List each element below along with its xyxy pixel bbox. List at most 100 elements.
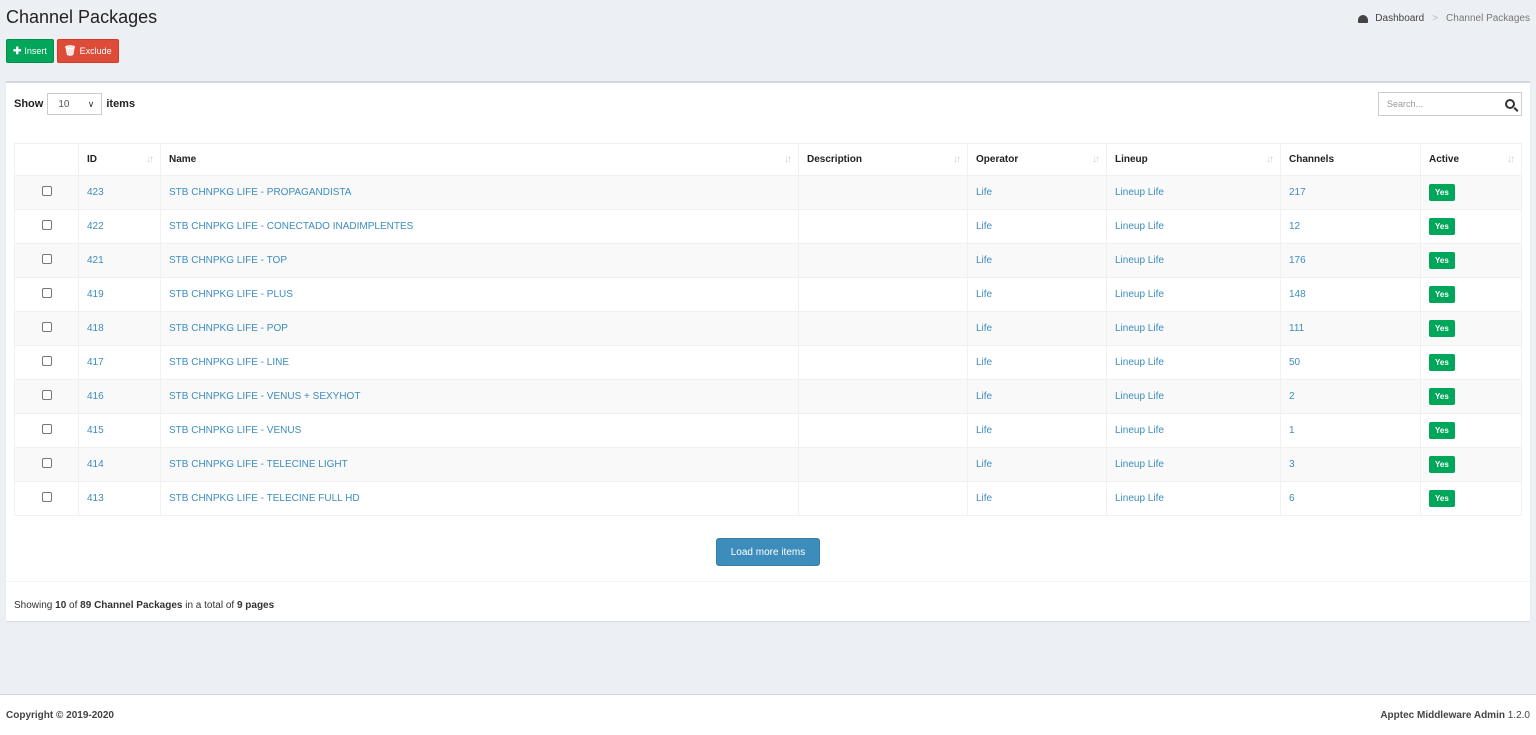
sort-icon[interactable]: ↓↑	[1507, 154, 1515, 165]
cell-id[interactable]: 423	[78, 175, 161, 210]
cell-lineup[interactable]: Lineup Life	[1106, 345, 1281, 380]
cell-name[interactable]: STB CHNPKG LIFE - VENUS + SEXYHOT	[160, 379, 799, 414]
row-checkbox[interactable]	[41, 220, 52, 230]
row-checkbox[interactable]	[41, 322, 52, 332]
header-operator[interactable]: Operator ↓↑	[967, 143, 1107, 176]
cell-operator[interactable]: Life	[967, 243, 1107, 278]
cell-channels[interactable]: 12	[1280, 209, 1421, 244]
page-size-select[interactable]: 10 ∨	[47, 93, 103, 115]
cell-select	[14, 447, 79, 482]
cell-operator[interactable]: Life	[967, 379, 1107, 414]
cell-name[interactable]: STB CHNPKG LIFE - CONECTADO INADIMPLENTE…	[160, 209, 799, 244]
row-checkbox[interactable]	[41, 492, 52, 502]
cell-select	[14, 209, 79, 244]
cell-channels[interactable]: 111	[1280, 311, 1421, 346]
content-box: Show 10 ∨ items Search... ID ↓↑ Name ↓↑ De…	[6, 81, 1530, 621]
cell-active: Yes	[1420, 447, 1522, 482]
cell-id[interactable]: 421	[78, 243, 161, 278]
cell-operator[interactable]: Life	[967, 413, 1107, 448]
cell-lineup[interactable]: Lineup Life	[1106, 243, 1281, 278]
row-checkbox[interactable]	[41, 390, 52, 400]
row-checkbox[interactable]	[41, 254, 52, 264]
cell-lineup[interactable]: Lineup Life	[1106, 311, 1281, 346]
cell-id[interactable]: 414	[78, 447, 161, 482]
table-row[interactable]: 418 STB CHNPKG LIFE - POP Life Lineup Life 1…	[14, 311, 1522, 346]
search-icon[interactable]	[1505, 99, 1515, 109]
cell-id[interactable]: 415	[78, 413, 161, 448]
row-checkbox[interactable]	[41, 458, 52, 468]
load-more-button[interactable]: Load more items	[716, 538, 820, 566]
table-row[interactable]: 416 STB CHNPKG LIFE - VENUS + SEXYHOT Life…	[14, 379, 1522, 414]
sort-icon[interactable]: ↓↑	[1266, 154, 1274, 165]
page-size-value: 10	[58, 98, 70, 110]
header-id[interactable]: ID ↓↑	[78, 143, 161, 176]
cell-operator[interactable]: Life	[967, 209, 1107, 244]
cell-id[interactable]: 416	[78, 379, 161, 414]
cell-id[interactable]: 413	[78, 481, 161, 516]
table-row[interactable]: 417 STB CHNPKG LIFE - LINE Life Lineup Life…	[14, 345, 1522, 380]
header-channels[interactable]: Channels	[1280, 143, 1421, 176]
table-row[interactable]: 422 STB CHNPKG LIFE - CONECTADO INADIMPLE…	[14, 209, 1522, 244]
table-row[interactable]: 421 STB CHNPKG LIFE - TOP Life Lineup Life 1…	[14, 243, 1522, 278]
cell-id[interactable]: 417	[78, 345, 161, 380]
cell-operator[interactable]: Life	[967, 311, 1107, 346]
search-input[interactable]: Search...	[1378, 92, 1522, 116]
cell-operator[interactable]: Life	[967, 277, 1107, 312]
cell-lineup[interactable]: Lineup Life	[1106, 175, 1281, 210]
cell-id[interactable]: 418	[78, 311, 161, 346]
cell-channels[interactable]: 1	[1280, 413, 1421, 448]
cell-lineup[interactable]: Lineup Life	[1106, 481, 1281, 516]
cell-name[interactable]: STB CHNPKG LIFE - PLUS	[160, 277, 799, 312]
sort-icon[interactable]: ↓↑	[146, 154, 154, 165]
cell-operator[interactable]: Life	[967, 447, 1107, 482]
breadcrumb-home[interactable]: Dashboard	[1375, 13, 1424, 24]
cell-lineup[interactable]: Lineup Life	[1106, 413, 1281, 448]
cell-name[interactable]: STB CHNPKG LIFE - TOP	[160, 243, 799, 278]
cell-name[interactable]: STB CHNPKG LIFE - VENUS	[160, 413, 799, 448]
cell-lineup[interactable]: Lineup Life	[1106, 277, 1281, 312]
row-checkbox[interactable]	[41, 186, 52, 196]
cell-operator[interactable]: Life	[967, 345, 1107, 380]
cell-channels[interactable]: 6	[1280, 481, 1421, 516]
table-row[interactable]: 415 STB CHNPKG LIFE - VENUS Life Lineup Lif…	[14, 413, 1522, 448]
row-checkbox[interactable]	[41, 288, 52, 298]
header-name[interactable]: Name ↓↑	[160, 143, 799, 176]
row-checkbox[interactable]	[41, 356, 52, 366]
cell-name[interactable]: STB CHNPKG LIFE - POP	[160, 311, 799, 346]
cell-name[interactable]: STB CHNPKG LIFE - LINE	[160, 345, 799, 380]
cell-active: Yes	[1420, 345, 1522, 380]
insert-button[interactable]: ✚ Insert	[6, 39, 54, 63]
sort-icon[interactable]: ↓↑	[1092, 154, 1100, 165]
version-number: 1.2.0	[1507, 709, 1530, 721]
table-row[interactable]: 414 STB CHNPKG LIFE - TELECINE LIGHT Life L…	[14, 447, 1522, 482]
cell-name[interactable]: STB CHNPKG LIFE - TELECINE FULL HD	[160, 481, 799, 516]
cell-name[interactable]: STB CHNPKG LIFE - PROPAGANDISTA	[160, 175, 799, 210]
header-active[interactable]: Active ↓↑	[1420, 143, 1522, 176]
cell-channels[interactable]: 148	[1280, 277, 1421, 312]
cell-channels[interactable]: 3	[1280, 447, 1421, 482]
cell-channels[interactable]: 2	[1280, 379, 1421, 414]
header-lineup[interactable]: Lineup ↓↑	[1106, 143, 1281, 176]
cell-active: Yes	[1420, 413, 1522, 448]
cell-lineup[interactable]: Lineup Life	[1106, 209, 1281, 244]
copyright-text: Copyright © 2019-2020	[6, 709, 114, 721]
cell-lineup[interactable]: Lineup Life	[1106, 379, 1281, 414]
sort-icon[interactable]: ↓↑	[784, 154, 792, 165]
table-row[interactable]: 413 STB CHNPKG LIFE - TELECINE FULL HD Lif…	[14, 481, 1522, 516]
table-row[interactable]: 419 STB CHNPKG LIFE - PLUS Life Lineup Life…	[14, 277, 1522, 312]
cell-channels[interactable]: 50	[1280, 345, 1421, 380]
cell-id[interactable]: 419	[78, 277, 161, 312]
table-row[interactable]: 423 STB CHNPKG LIFE - PROPAGANDISTA Life Li…	[14, 175, 1522, 210]
sort-icon[interactable]: ↓↑	[953, 154, 961, 165]
cell-operator[interactable]: Life	[967, 481, 1107, 516]
cell-channels[interactable]: 176	[1280, 243, 1421, 278]
cell-channels[interactable]: 217	[1280, 175, 1421, 210]
cell-id[interactable]: 422	[78, 209, 161, 244]
cell-name[interactable]: STB CHNPKG LIFE - TELECINE LIGHT	[160, 447, 799, 482]
cell-lineup[interactable]: Lineup Life	[1106, 447, 1281, 482]
header-description[interactable]: Description ↓↑	[798, 143, 968, 176]
row-checkbox[interactable]	[41, 424, 52, 434]
summary-total: 89 Channel Packages	[80, 600, 183, 611]
cell-operator[interactable]: Life	[967, 175, 1107, 210]
exclude-button[interactable]: 🗑 Exclude	[56, 39, 119, 63]
